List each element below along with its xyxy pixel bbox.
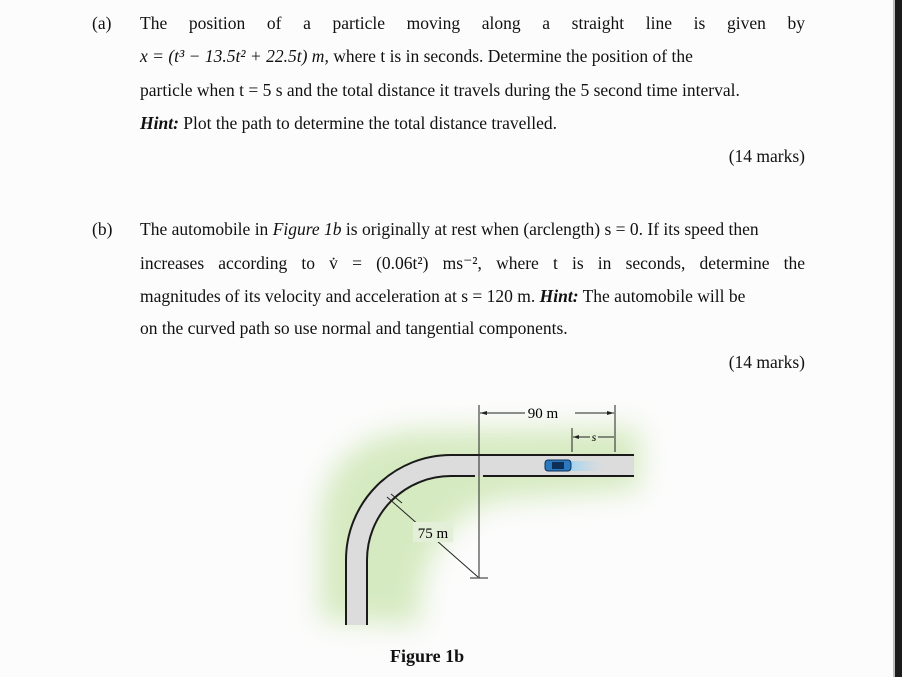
figure-caption: Figure 1b: [390, 646, 465, 666]
dim-90-label: 90 m: [528, 406, 559, 422]
car-roof: [552, 462, 564, 469]
dim-s-label: s: [592, 430, 597, 444]
car-motion-glow: [572, 461, 612, 471]
dim-75-label: 75 m: [418, 526, 449, 542]
figure-1b: 90 m s 75 m: [320, 405, 640, 625]
